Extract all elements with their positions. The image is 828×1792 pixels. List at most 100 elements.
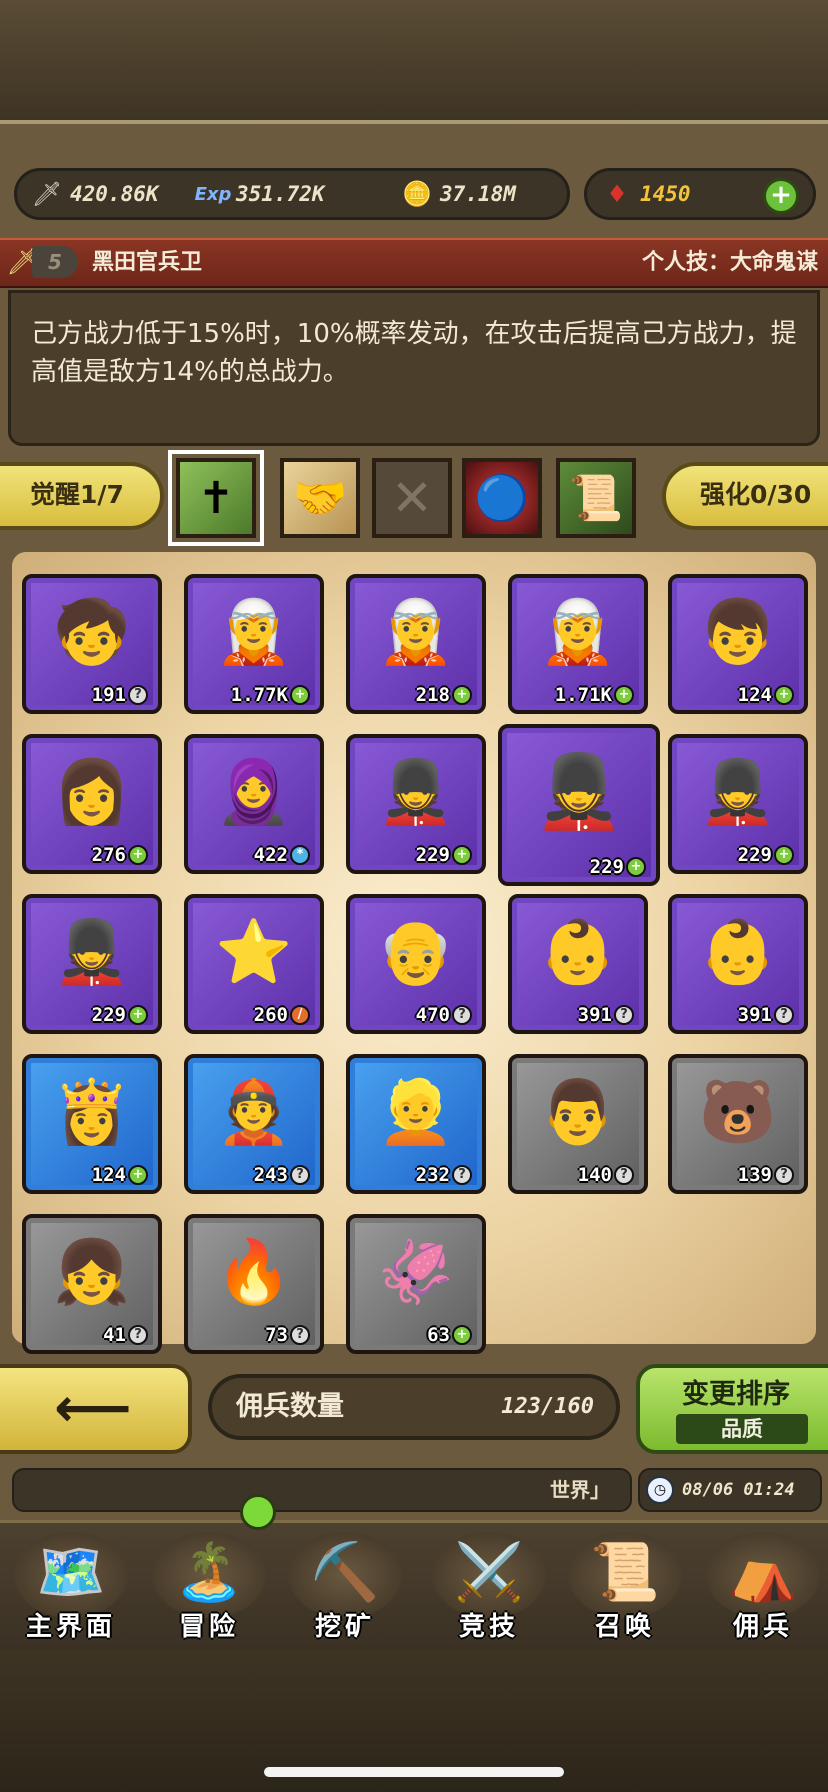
ruby-icon: ♦ <box>606 180 628 208</box>
mercenary-sprite: 🧕 <box>215 755 293 828</box>
mercenary-power-value: 232 <box>415 1164 450 1186</box>
handshake-arm-icon[interactable]: 🤝 <box>280 458 360 538</box>
awaken-button[interactable]: 觉醒1/7 <box>0 462 164 530</box>
nav-icon: ⛺ <box>728 1540 798 1605</box>
mercenary-sprite: 👨 <box>539 1075 617 1148</box>
cross-totem-icon[interactable]: ✝ <box>168 450 264 546</box>
mercenary-power: 243? <box>254 1164 310 1186</box>
map-background-top <box>0 0 828 120</box>
mercenary-card[interactable]: 👸 124 + <box>22 1054 162 1194</box>
skill-type-label: 个人技：大命鬼谋 <box>641 250 818 275</box>
gold-resource: 🪙 37.18M <box>400 178 516 210</box>
mercenary-sprite: 🧝 <box>377 595 455 668</box>
nav-label: 主界面 <box>25 1612 116 1642</box>
gem-resource: ♦ 1450 <box>600 178 690 210</box>
mercenary-power: 229 + <box>590 856 646 878</box>
exp-value: 351.72K <box>236 182 325 206</box>
nav-arena[interactable]: ⚔️ 竞技 <box>424 1524 554 1648</box>
mercenary-card[interactable]: 🧝 1.71K + <box>508 574 648 714</box>
mercenary-card[interactable]: 🦑 63 + <box>346 1214 486 1354</box>
nav-icon: 📜 <box>590 1540 660 1605</box>
mercenary-card[interactable]: ⭐ 260/ <box>184 894 324 1034</box>
mercenary-card[interactable]: 🧝 218 + <box>346 574 486 714</box>
mercenary-card[interactable]: 👧 41? <box>22 1214 162 1354</box>
mercenary-power: 422 * <box>254 844 310 866</box>
mercenary-card[interactable]: 👶 391? <box>508 894 648 1034</box>
nav-main-menu[interactable]: 🗺️ 主界面 <box>6 1524 136 1648</box>
mercenary-sprite: 👩 <box>53 755 131 828</box>
upgrade-plus-icon: + <box>128 1005 148 1025</box>
nav-summon[interactable]: 📜 召唤 <box>560 1524 690 1648</box>
gold-value: 37.18M <box>440 182 516 206</box>
nav-icon: 🗺️ <box>36 1540 106 1605</box>
mercenary-card[interactable]: 👩 276 + <box>22 734 162 874</box>
upgrade-plus-icon: + <box>452 845 472 865</box>
mercenary-power-value: 191 <box>91 684 126 706</box>
mercenary-power: 1.77K + <box>231 684 310 706</box>
mercenary-card[interactable]: 🐻 139? <box>668 1054 808 1194</box>
enhance-button[interactable]: 强化0/30 <box>662 462 828 530</box>
mercenary-power: 191? <box>92 684 148 706</box>
mercenary-power: 124 + <box>92 1164 148 1186</box>
star-badge-icon: * <box>290 845 310 865</box>
info-badge-icon: ? <box>614 1005 634 1025</box>
nav-mercenary[interactable]: ⛺ 佣兵 <box>698 1524 828 1648</box>
mercenary-power-value: 63 <box>427 1324 450 1346</box>
mercenary-power: 63 + <box>427 1324 472 1346</box>
gold-coin-icon: 🪙 <box>402 180 432 208</box>
mercenary-power-value: 243 <box>253 1164 288 1186</box>
mercenary-power-value: 1.71K <box>554 684 612 706</box>
sword-icon: 🗡 <box>31 180 63 208</box>
scroll-bundle-icon[interactable]: 📜 <box>556 458 636 538</box>
mercenary-card[interactable]: 👲 243? <box>184 1054 324 1194</box>
mercenary-card[interactable]: 🧝 1.77K + <box>184 574 324 714</box>
mercenary-card[interactable]: 👶 391? <box>668 894 808 1034</box>
upgrade-plus-icon: + <box>774 685 794 705</box>
nav-adventure[interactable]: 🏝️ 冒险 <box>144 1524 274 1648</box>
mercenary-power-value: 276 <box>91 844 126 866</box>
mercenary-sprite: 💂 <box>377 755 455 828</box>
home-indicator[interactable] <box>264 1767 564 1777</box>
mercenary-card[interactable]: 💂 229 + <box>668 734 808 874</box>
nav-icon: ⛏️ <box>310 1540 380 1605</box>
mercenary-card[interactable]: 🧕 422 * <box>184 734 324 874</box>
upgrade-plus-icon: + <box>774 845 794 865</box>
mercenary-power: 229 + <box>738 844 794 866</box>
count-value: 123/160 <box>501 1394 594 1419</box>
add-gems-button[interactable]: + <box>763 178 799 214</box>
mercenary-power-value: 41 <box>103 1324 126 1346</box>
mercenary-power: 73? <box>265 1324 310 1346</box>
mercenary-card[interactable]: 👱 232? <box>346 1054 486 1194</box>
nav-mining[interactable]: ⛏️ 挖矿 <box>280 1524 410 1648</box>
mercenary-card[interactable]: 🧒 191? <box>22 574 162 714</box>
world-chat-bar[interactable]: 世界」 <box>12 1468 632 1512</box>
mercenary-sprite: 💂 <box>53 915 131 988</box>
upgrade-plus-icon: + <box>626 857 646 877</box>
info-badge-icon: ? <box>290 1325 310 1345</box>
mercenary-sprite: 💂 <box>534 749 624 833</box>
mercenary-card[interactable]: 💂 229 + <box>346 734 486 874</box>
empty-slot-x-icon[interactable]: ✕ <box>372 458 452 538</box>
mercenary-card[interactable]: 👴 470? <box>346 894 486 1034</box>
mercenary-power-value: 391 <box>577 1004 612 1026</box>
mercenary-card[interactable]: 💂 229 + <box>22 894 162 1034</box>
exp-resource: Exp 351.72K <box>195 178 325 210</box>
mercenary-sprite: 👴 <box>377 915 455 988</box>
change-sort-button[interactable]: 变更排序 品质 <box>636 1364 828 1454</box>
nav-label: 挖矿 <box>314 1612 375 1642</box>
back-button[interactable]: ⟵ <box>0 1364 192 1454</box>
mercenary-sprite: 👶 <box>539 915 617 988</box>
mercenary-power-value: 124 <box>737 684 772 706</box>
info-badge-icon: ? <box>452 1005 472 1025</box>
mercenary-power-value: 124 <box>91 1164 126 1186</box>
dark-orb-icon[interactable]: 🔵 <box>462 458 542 538</box>
upgrade-plus-icon: + <box>614 685 634 705</box>
mercenary-sprite: 🧒 <box>53 595 131 668</box>
mercenary-card[interactable]: 👦 124 + <box>668 574 808 714</box>
mercenary-card[interactable]: 🔥 73? <box>184 1214 324 1354</box>
mercenary-power-value: 229 <box>737 844 772 866</box>
left-arrow-icon: ⟵ <box>54 1376 132 1439</box>
mercenary-card[interactable]: 👨 140? <box>508 1054 648 1194</box>
info-badge-icon: ? <box>128 1325 148 1345</box>
mercenary-card[interactable]: 💂 229 + <box>498 724 660 886</box>
